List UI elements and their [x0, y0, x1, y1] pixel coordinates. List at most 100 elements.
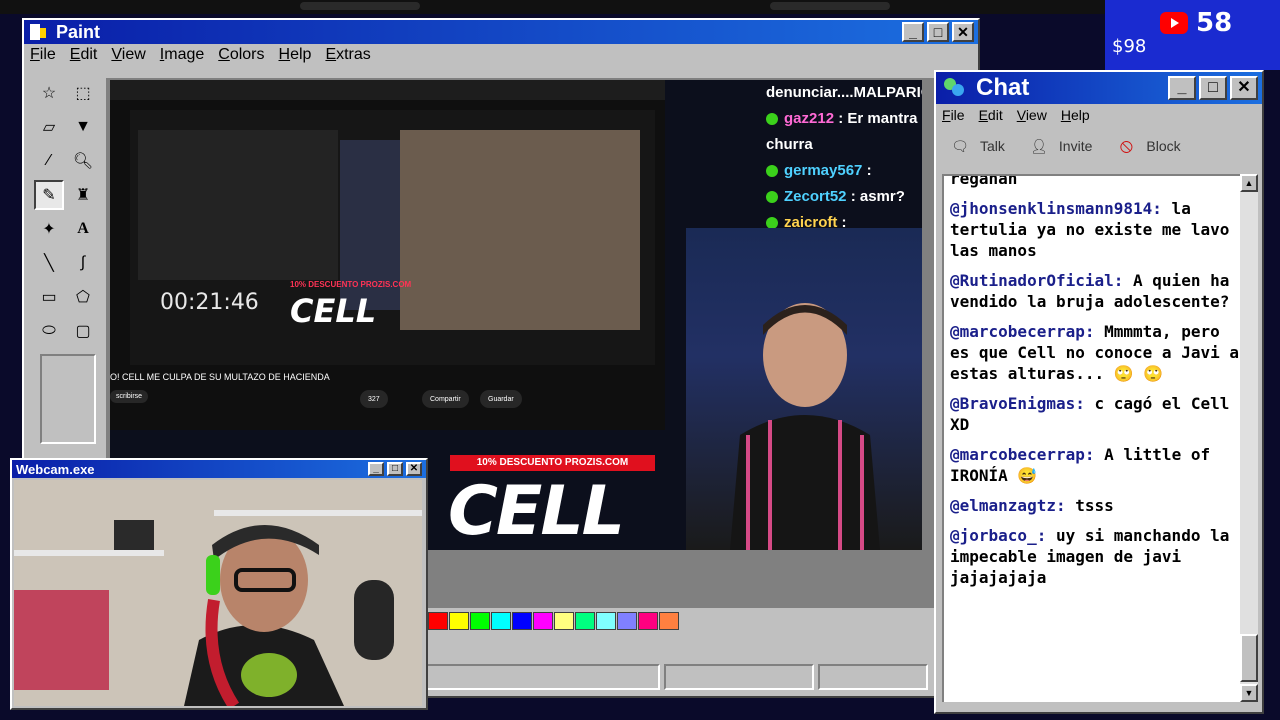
chat-menu-file[interactable]: File [942, 107, 965, 123]
chat-menu-edit[interactable]: Edit [979, 107, 1003, 123]
chat-message: @RutinadorOficial: A quien ha vendido la… [950, 270, 1240, 312]
invite-icon: 👤︎ [1030, 137, 1048, 154]
color-swatch[interactable] [575, 612, 595, 630]
chat-menubar: File Edit View Help [936, 104, 1262, 126]
chat-username[interactable]: @RutinadorOficial: [950, 271, 1123, 290]
status-cell [664, 664, 814, 690]
stream-overlay-panel [1105, 0, 1280, 70]
line-icon[interactable]: ╲ [34, 248, 64, 278]
pencil-icon[interactable]: ✎ [34, 180, 64, 210]
maximize-button[interactable]: □ [387, 462, 403, 476]
menu-view[interactable]: View [111, 46, 145, 64]
chat-menu-help[interactable]: Help [1061, 107, 1090, 123]
menu-edit[interactable]: Edit [70, 46, 98, 64]
chat-username[interactable]: @BravoEnigmas: [950, 394, 1085, 413]
color-swatch[interactable] [533, 612, 553, 630]
top-bar-blip [770, 2, 890, 10]
close-button[interactable]: ✕ [406, 462, 422, 476]
airbrush-icon[interactable]: ✦ [34, 214, 64, 244]
color-swatch[interactable] [554, 612, 574, 630]
menu-extras[interactable]: Extras [325, 46, 370, 64]
paint-toolbox: ☆ ⬚ ▱ ▼ ⁄ 🔍︎ ✎ ♜ ✦ A ╲ ∫ ▭ ⬠ ⬭ ▢ [30, 78, 108, 458]
youtube-actions: scribirse 327 Compartir Guardar [110, 390, 665, 412]
paint-statusbar [424, 664, 976, 692]
brush-icon[interactable]: ♜ [68, 180, 98, 210]
paint-title: Paint [56, 21, 101, 42]
block-button[interactable]: ⦸ Block [1114, 134, 1181, 158]
chat-message: @jorbaco_: uy si manchando la impecable … [950, 525, 1240, 588]
chat-log[interactable]: reganan @jhonsenklinsmann9814: la tertul… [942, 174, 1240, 702]
maximize-button[interactable]: □ [1199, 76, 1227, 100]
color-swatch[interactable] [491, 612, 511, 630]
paint-menubar: File Edit View Image Colors Help Extras [24, 44, 978, 66]
chat-username[interactable]: @marcobecerrap: [950, 322, 1095, 341]
scroll-down-arrow-icon[interactable]: ▼ [1240, 684, 1258, 702]
menu-file[interactable]: File [30, 46, 56, 64]
chat-username[interactable]: @elmanzagtz: [950, 496, 1066, 515]
chat-toolbar: 🗨︎ Talk 👤︎ Invite ⦸ Block [936, 126, 1262, 166]
text-tool-icon[interactable]: A [68, 214, 98, 244]
minimize-button[interactable]: _ [902, 22, 924, 42]
minimize-button[interactable]: _ [1168, 76, 1196, 100]
color-swatch[interactable] [659, 612, 679, 630]
subscribe-button[interactable]: scribirse [110, 390, 149, 403]
promo-banner: 10% DESCUENTO PROZIS.COM [450, 455, 655, 471]
curve-icon[interactable]: ∫ [68, 248, 98, 278]
color-swatch[interactable] [449, 612, 469, 630]
color-swatch[interactable] [617, 612, 637, 630]
ellipse-icon[interactable]: ⬭ [34, 316, 64, 346]
tool-options-box [40, 354, 96, 444]
eraser-icon[interactable]: ▱ [34, 112, 64, 142]
scroll-up-arrow-icon[interactable]: ▲ [1240, 174, 1258, 192]
top-bar-blip [300, 2, 420, 10]
minimize-button[interactable]: _ [368, 462, 384, 476]
invite-label: Invite [1058, 138, 1093, 154]
promo-small: 10% DESCUENTO PROZIS.COM [290, 280, 412, 289]
webcam-titlebar: Webcam.exe _ □ ✕ [12, 460, 426, 478]
youtube-icon [1160, 12, 1188, 34]
status-dot-icon [766, 165, 778, 178]
rect-select-icon[interactable]: ⬚ [68, 78, 98, 108]
cell-logo-small: CELL [290, 292, 377, 330]
maximize-button[interactable]: □ [927, 22, 949, 42]
magnifier-icon[interactable]: 🔍︎ [68, 146, 98, 176]
close-button[interactable]: ✕ [1230, 76, 1258, 100]
chat-window: Chat _ □ ✕ File Edit View Help 🗨︎ Talk 👤… [934, 70, 1264, 714]
status-dot-icon [766, 191, 778, 204]
chat-menu-view[interactable]: View [1017, 107, 1047, 123]
chat-username[interactable]: @jorbaco_: [950, 526, 1046, 545]
chat-scrollbar[interactable]: ▲ ▼ [1240, 174, 1258, 702]
webcam-window: Webcam.exe _ □ ✕ [10, 458, 428, 710]
invite-button[interactable]: 👤︎ Invite [1027, 134, 1092, 158]
fill-icon[interactable]: ▼ [68, 112, 98, 142]
share-button[interactable]: Compartir [422, 390, 469, 408]
talk-button[interactable]: 🗨︎ Talk [948, 134, 1005, 158]
chat-text: tsss [1065, 496, 1114, 515]
color-swatch[interactable] [512, 612, 532, 630]
scroll-thumb[interactable] [1240, 634, 1258, 682]
free-select-icon[interactable]: ☆ [34, 78, 64, 108]
youtube-header [110, 80, 665, 100]
close-button[interactable]: ✕ [952, 22, 974, 42]
color-swatch[interactable] [596, 612, 616, 630]
talk-icon: 🗨︎ [951, 137, 969, 154]
color-swatch[interactable] [638, 612, 658, 630]
status-cell [424, 664, 660, 690]
rectangle-icon[interactable]: ▭ [34, 282, 64, 312]
rounded-rect-icon[interactable]: ▢ [68, 316, 98, 346]
chat-username[interactable]: @jhonsenklinsmann9814: [950, 199, 1162, 218]
webcam-title: Webcam.exe [16, 461, 95, 477]
stream-chat-line: churra [766, 136, 813, 153]
color-swatch[interactable] [428, 612, 448, 630]
polygon-icon[interactable]: ⬠ [68, 282, 98, 312]
chat-username[interactable]: @marcobecerrap: [950, 445, 1095, 464]
save-button[interactable]: Guardar [480, 390, 522, 408]
menu-colors[interactable]: Colors [218, 46, 264, 64]
menu-help[interactable]: Help [279, 46, 312, 64]
overlay-number: $98 [1112, 36, 1147, 57]
video-caption: O! CELL ME CULPA DE SU MULTAZO DE HACIEN… [110, 372, 330, 382]
eyedropper-icon[interactable]: ⁄ [34, 146, 64, 176]
color-swatch[interactable] [470, 612, 490, 630]
menu-image[interactable]: Image [160, 46, 204, 64]
like-button[interactable]: 327 [360, 390, 388, 408]
